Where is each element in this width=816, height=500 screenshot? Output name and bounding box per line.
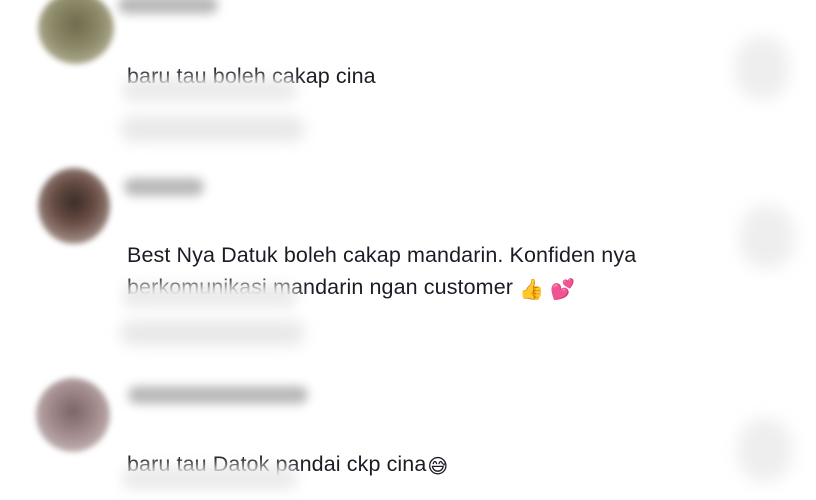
username[interactable] [118,0,218,14]
avatar[interactable] [36,378,110,452]
sweat-smile-emoji-icon: 😅 [427,456,449,478]
avatar[interactable] [38,168,110,244]
view-replies-button[interactable] [120,320,305,346]
avatar[interactable] [38,0,114,64]
like-button[interactable] [735,36,789,100]
thumbs-up-emoji-icon: 👍 [519,279,545,301]
view-replies-button[interactable] [120,116,305,142]
comment-meta [122,466,297,490]
username[interactable] [128,386,308,404]
like-button[interactable] [740,205,794,269]
two-hearts-emoji-icon: 💕 [550,279,576,301]
username[interactable] [124,178,204,196]
like-button[interactable] [738,418,792,482]
comment-meta [122,78,297,102]
comment-meta [122,284,297,308]
